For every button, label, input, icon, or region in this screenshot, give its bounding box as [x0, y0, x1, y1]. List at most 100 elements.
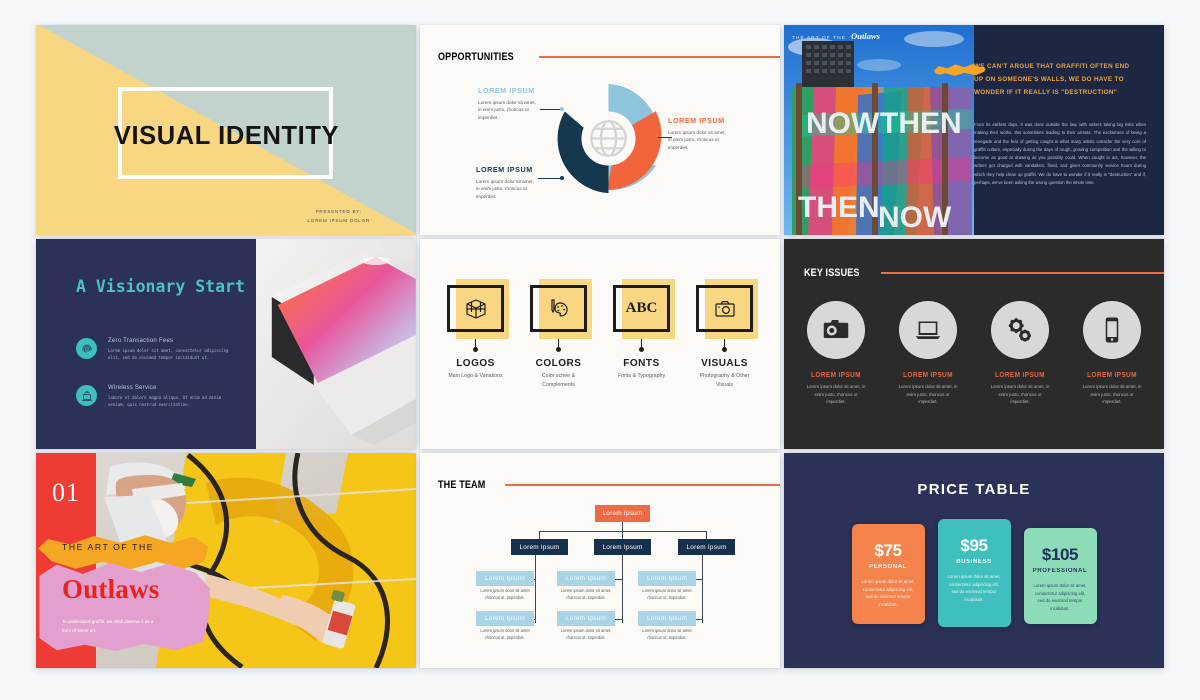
key-issue-title: LOREM IPSUM — [995, 370, 1045, 379]
connector-root-down — [622, 521, 623, 531]
brand-card-visuals[interactable]: VISUALS Photography & Other Visuals — [696, 279, 758, 389]
org-node-leaf-4[interactable]: Lorem Ipsum — [476, 611, 534, 626]
org-node-branch-1[interactable]: Lorem Ipsum — [511, 539, 568, 555]
page-title: VISUAL IDENTITY — [113, 122, 340, 150]
brand-card-subtitle: Color schee & Complements — [541, 373, 576, 388]
article-body: From its earliest days, it was done outs… — [974, 122, 1146, 185]
connector-leaf-5 — [615, 619, 623, 620]
slide-graffiti-article[interactable]: NOW THEN THEN NOW THE ART OF THE Outlaws… — [784, 25, 1164, 235]
wireless-service-icon — [76, 385, 97, 406]
slide-price-table[interactable]: PRICE TABLE $75 PERSONAL Lorem ipsum dol… — [784, 453, 1164, 668]
key-issue-camera[interactable]: LOREM IPSUM Lorem ipsum dolor sit amet, … — [800, 301, 872, 406]
callout-leader-1 — [540, 109, 562, 110]
presenter-name: LOREM IPSUM DOLOR — [307, 217, 370, 223]
slide-opportunities[interactable]: OPPORTUNITIES LOREM IPSUM Lorem ipsum do… — [420, 25, 780, 235]
callout-body: Lorem ipsum dolor sit amet, in enim just… — [668, 130, 726, 150]
callout-body: Lorem ipsum dolor sit amet, in enim just… — [476, 179, 534, 199]
brand-card-colors[interactable]: COLORS Color schee & Complements — [530, 279, 592, 389]
org-node-leaf-1[interactable]: Lorem Ipsum — [476, 571, 534, 586]
brand-card-subtitle: Photography & Other Visuals — [699, 373, 750, 388]
laptop-icon — [899, 301, 957, 359]
org-node-leaf-6[interactable]: Lorem Ipsum — [638, 611, 696, 626]
org-node-leaf-2[interactable]: Lorem Ipsum — [557, 571, 615, 586]
svg-text:THEN: THEN — [880, 107, 962, 140]
laptop-product-photo — [256, 239, 416, 449]
slide-visual-identity-title[interactable]: VISUAL IDENTITY PRESENTED BY: LOREM IPSU… — [36, 25, 416, 235]
key-issue-body: Lorem ipsum dolor sit amet, in enim just… — [990, 384, 1050, 405]
slide-brand-elements[interactable]: LOGOS Main Logo & Variations COLORS Colo… — [420, 239, 780, 449]
price-tier: PERSONAL — [868, 564, 908, 570]
org-leaf-caption-6: Lorem ipsum dolor sit amet rhoncus ut, i… — [642, 628, 692, 640]
slide-the-team[interactable]: THE TEAM Lorem Ipsum Lorem Ipsum Lorem I… — [420, 453, 780, 668]
section-heading: OPPORTUNITIES — [438, 51, 514, 63]
page-title: PRICE TABLE — [917, 481, 1031, 498]
icon-box: ABC — [613, 279, 675, 339]
key-issue-smartphone[interactable]: LOREM IPSUM Lorem ipsum dolor sit amet, … — [1076, 301, 1148, 406]
heading-rule — [880, 271, 1164, 275]
brand-card-logos[interactable]: LOGOS Main Logo & Variations — [447, 279, 509, 389]
slide-key-issues[interactable]: KEY ISSUES LOREM IPSUM Lorem ipsum dolor… — [784, 239, 1164, 449]
price-tier: PROFESSIONAL — [1032, 568, 1088, 574]
svg-text:NOW: NOW — [806, 107, 880, 140]
feature-zero-transaction-fees[interactable]: Zero Transaction Fees Lorem ipsum dolor … — [76, 338, 230, 361]
brand-card-fonts[interactable]: ABC FONTS Fonts & Typography — [613, 279, 675, 389]
section-heading: THE TEAM — [438, 479, 486, 491]
icon-frame — [530, 285, 587, 332]
key-issue-title: LOREM IPSUM — [811, 370, 861, 379]
slide-visionary-start[interactable]: A Visionary Start Zero Transaction Fees … — [36, 239, 416, 449]
feature-body: Lorem ipsum dolor sit amet, consectetur … — [108, 348, 229, 360]
cover-kicker: THE ART OF THE — [62, 542, 155, 552]
feature-text: Wireless Service labore et dolore magna … — [108, 385, 230, 408]
cover-caption: To understand graffiti, we shall observe… — [62, 619, 154, 633]
slide-deck-grid: VISUAL IDENTITY PRESENTED BY: LOREM IPSU… — [0, 0, 1200, 693]
graffiti-mural-photo: NOW THEN THEN NOW — [784, 25, 974, 235]
price-card-business[interactable]: $95 BUSINESS Lorem ipsum dolor sit amet,… — [937, 519, 1011, 627]
icon-box — [530, 279, 592, 339]
org-node-branch-2[interactable]: Lorem Ipsum — [594, 539, 651, 555]
key-issue-gears[interactable]: LOREM IPSUM Lorem ipsum dolor sit amet, … — [984, 301, 1056, 406]
connector-dot — [556, 347, 561, 352]
team-heading-bar: THE TEAM — [438, 479, 780, 491]
icon-box — [696, 279, 758, 339]
key-issues-row: LOREM IPSUM Lorem ipsum dolor sit amet, … — [784, 301, 1164, 406]
org-leaf-caption-5: Lorem ipsum dolor sit amet, rhoncus ut, … — [560, 628, 612, 640]
page-title: A Visionary Start — [76, 277, 245, 296]
connector-spine-3 — [702, 553, 703, 623]
connector-leaf-2 — [615, 579, 623, 580]
key-issue-laptop[interactable]: LOREM IPSUM Lorem ipsum dolor sit amet, … — [892, 301, 964, 406]
smartphone-icon — [1083, 301, 1141, 359]
price-card-professional[interactable]: $105 PROFESSIONAL Lorem ipsum dolor sit … — [1023, 528, 1097, 624]
connector-branch-1 — [539, 531, 540, 539]
three-segment-donut-chart — [557, 83, 662, 194]
org-node-root[interactable]: Lorem Ipsum — [595, 505, 650, 522]
callout-top-left: LOREM IPSUM Lorem ipsum dolor sit amet, … — [478, 85, 540, 121]
key-issue-body: Lorem ipsum dolor sit amet, in enim just… — [806, 384, 866, 405]
feature-title: Zero Transaction Fees — [108, 338, 174, 344]
slide-outlaws-cover[interactable]: 01 THE ART OF THE Outlaws To understand … — [36, 453, 416, 668]
org-leaf-caption-3: Lorem ipsum dolor sit amet rhoncus ut, i… — [642, 588, 692, 600]
org-node-leaf-5[interactable]: Lorem Ipsum — [557, 611, 615, 626]
price-description: Lorem ipsum dolor sit amet, consectetur … — [1033, 583, 1087, 611]
brand-card-subtitle: Main Logo & Variations — [448, 373, 503, 379]
brand-card-subtitle: Fonts & Typography — [617, 373, 666, 379]
heading-rule — [504, 483, 780, 487]
price-amount: $75 — [874, 541, 902, 560]
key-issue-body: Lorem ipsum dolor sit amet, in enim just… — [1082, 384, 1142, 405]
overlay-title: Outlaws — [851, 31, 880, 41]
price-amount: $95 — [960, 536, 988, 555]
feature-wireless-service[interactable]: Wireless Service labore et dolore magna … — [76, 385, 230, 408]
key-issue-body: Lorem ipsum dolor sit amet, in enim just… — [898, 384, 958, 405]
brand-card-title: FONTS — [623, 358, 660, 369]
org-leaf-caption-1: Lorem ipsum dolor sit amet rhoncus ut, i… — [480, 588, 530, 600]
icon-frame — [447, 285, 504, 332]
slide-number: 01 — [52, 478, 80, 507]
connector-dot — [473, 347, 478, 352]
connector-dot — [722, 347, 727, 352]
org-node-leaf-3[interactable]: Lorem Ipsum — [638, 571, 696, 586]
opportunities-heading-bar: OPPORTUNITIES — [438, 51, 780, 63]
price-card-personal[interactable]: $75 PERSONAL Lorem ipsum dolor sit amet,… — [851, 524, 925, 624]
price-description: Lorem ipsum dolor sit amet, consectetur … — [861, 579, 915, 607]
article-headline: WE CAN'T ARGUE THAT GRAFFITI OFTEN END U… — [974, 63, 1130, 96]
callout-title: LOREM IPSUM — [476, 165, 533, 174]
org-node-branch-3[interactable]: Lorem Ipsum — [678, 539, 735, 555]
